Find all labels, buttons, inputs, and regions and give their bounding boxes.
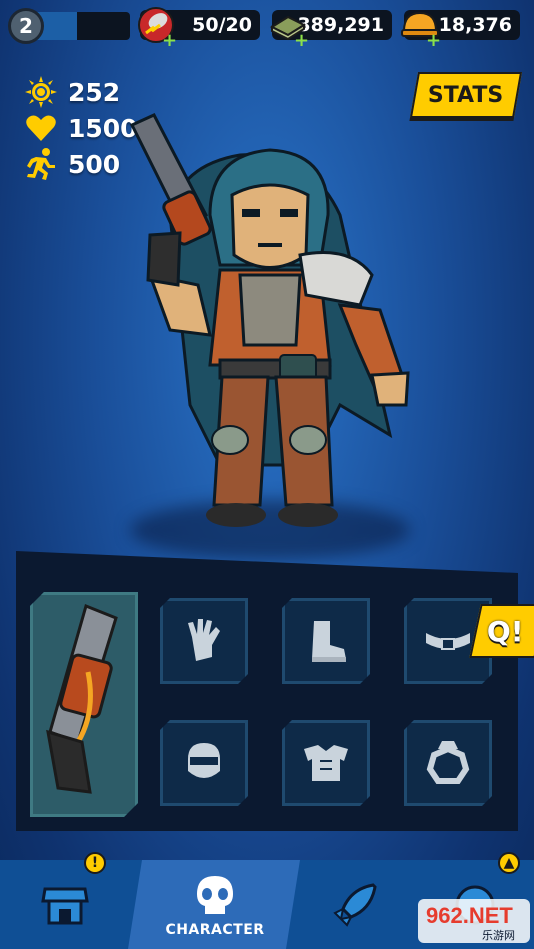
watermark-logo: 962.NET 乐游网 <box>418 899 530 943</box>
skull-icon <box>197 875 233 914</box>
gold-counter[interactable]: + 18,376 <box>401 10 520 50</box>
energy-value: 50/20 <box>192 14 252 36</box>
glove-icon <box>178 615 230 667</box>
power-value: 252 <box>68 77 121 107</box>
gloves-slot[interactable] <box>160 598 248 684</box>
quest-tag[interactable]: Q! <box>469 604 534 658</box>
boot-icon <box>300 615 352 667</box>
top-bar: 2 + 50/20 + 389,291 + 18,376 <box>0 0 534 50</box>
tab-missions[interactable] <box>300 860 410 949</box>
boots-slot[interactable] <box>282 598 370 684</box>
hero-character[interactable] <box>110 105 430 545</box>
cash-value: 389,291 <box>297 14 384 36</box>
ring-slot[interactable] <box>404 720 492 806</box>
quest-tag-label: Q! <box>487 614 524 648</box>
tab-character-label: CHARACTER <box>165 921 265 938</box>
weapon-slot[interactable] <box>30 592 138 817</box>
stats-button-label: STATS <box>428 82 504 108</box>
rocket-icon <box>333 882 377 927</box>
power-sun-icon <box>25 76 57 108</box>
xp-bar <box>34 12 130 40</box>
add-gold-icon[interactable]: + <box>426 32 441 50</box>
watermark-subtext: 乐游网 <box>482 929 515 942</box>
player-level[interactable]: 2 <box>8 8 44 44</box>
power-stat: 252 <box>24 75 120 109</box>
revolver-icon <box>30 592 138 817</box>
armor-slot[interactable] <box>282 720 370 806</box>
heart-icon <box>26 115 56 141</box>
shop-icon <box>41 887 89 924</box>
shop-alert-icon: ! <box>84 852 106 874</box>
belt-icon <box>422 615 474 667</box>
tab-shop[interactable] <box>10 860 120 949</box>
armor-icon <box>300 737 352 789</box>
cash-counter[interactable]: + 389,291 <box>269 10 392 50</box>
ring-icon <box>422 737 474 789</box>
mask-icon <box>178 737 230 789</box>
tab-character[interactable]: CHARACTER <box>140 860 290 949</box>
running-man-icon <box>27 148 55 180</box>
speed-stat: 500 <box>24 147 120 181</box>
energy-counter[interactable]: + 50/20 <box>138 7 260 50</box>
gold-value: 18,376 <box>438 14 512 36</box>
add-energy-icon[interactable]: + <box>162 32 177 50</box>
watermark-text: 962.NET <box>426 903 513 928</box>
add-cash-icon[interactable]: + <box>294 32 309 50</box>
helmet-slot[interactable] <box>160 720 248 806</box>
collapse-up-icon[interactable]: ▲ <box>498 852 520 874</box>
